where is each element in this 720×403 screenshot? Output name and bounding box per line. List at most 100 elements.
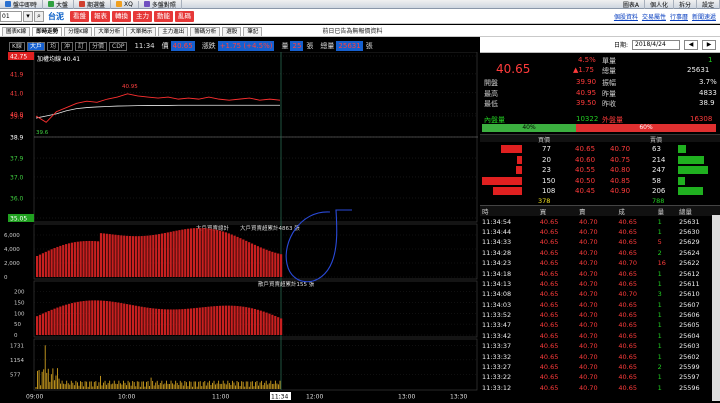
tab-8[interactable]: 筆記 — [243, 27, 263, 36]
tab-1[interactable]: 即時走勢 — [32, 27, 63, 36]
date-input[interactable]: 2018/4/24 — [632, 39, 680, 50]
link-trade-attr[interactable]: 交易屬性 — [642, 12, 666, 21]
menu-item-right-1[interactable]: 個人化 — [645, 0, 674, 9]
big-bar — [146, 235, 149, 277]
retail-bar — [163, 309, 167, 335]
retail-bar — [88, 300, 91, 335]
big-bar — [259, 247, 262, 277]
red-button-1[interactable]: 報表 — [91, 10, 110, 22]
trade-row[interactable]: 11:34:33 40.65 40.70 40.65 5 25629 — [480, 237, 720, 247]
ask-bar — [678, 155, 704, 164]
trade-scrollbar[interactable] — [712, 215, 720, 401]
ask-bar — [678, 176, 686, 185]
tab-4[interactable]: 大單揭示 — [126, 27, 157, 36]
book-row[interactable]: 108 40.45 40.90 206 — [480, 186, 720, 196]
tab-6[interactable]: 籌碼分析 — [190, 27, 221, 36]
trade-row[interactable]: 11:34:18 40.65 40.70 40.65 1 25612 — [480, 268, 720, 278]
ib-cdp[interactable]: CDP — [109, 41, 128, 51]
trade-row[interactable]: 11:33:52 40.65 40.70 40.65 1 25606 — [480, 310, 720, 320]
trade-row[interactable]: 11:33:47 40.65 40.70 40.65 1 25605 — [480, 320, 720, 330]
trade-row[interactable]: 11:34:03 40.65 40.70 40.65 1 25607 — [480, 300, 720, 310]
tab-2[interactable]: 分鐘K線 — [64, 27, 93, 36]
trade-cell: 40.65 — [539, 279, 559, 288]
trade-row[interactable]: 11:33:42 40.65 40.70 40.65 1 25604 — [480, 331, 720, 341]
menu-item-right-0[interactable]: 圖表A — [618, 0, 645, 9]
ask-price: 40.85 — [610, 176, 631, 185]
retail-bar — [271, 314, 274, 335]
retail-bar — [143, 307, 146, 335]
book-row[interactable]: 23 40.55 40.80 247 — [480, 165, 720, 175]
big-bar — [62, 244, 65, 277]
retail-bar — [187, 308, 190, 335]
p4-tick: 577 — [10, 372, 21, 378]
menu-item-xq[interactable]: XQ — [111, 0, 139, 8]
search-icon[interactable]: ⌕ — [34, 10, 44, 22]
trade-row[interactable]: 11:33:27 40.65 40.70 40.65 2 25599 — [480, 362, 720, 372]
ib-kline[interactable]: K線 — [9, 41, 25, 51]
menu-item-right-2[interactable]: 拆分 — [674, 0, 697, 9]
trade-cell: 40.65 — [539, 352, 559, 361]
trade-cell: 1 — [657, 321, 662, 330]
trade-cell: 11:34:54 — [482, 217, 512, 226]
trade-row[interactable]: 11:34:13 40.65 40.70 40.65 1 25611 — [480, 279, 720, 289]
trade-row[interactable]: 11:33:37 40.65 40.70 40.65 1 25603 — [480, 341, 720, 351]
trade-row[interactable]: 11:34:44 40.65 40.70 40.65 1 25630 — [480, 227, 720, 237]
prev-button[interactable]: ◀ — [684, 39, 698, 50]
link-calendar[interactable]: 行事曆 — [670, 12, 688, 21]
tab-7[interactable]: 選股 — [222, 27, 242, 36]
trade-row[interactable]: 11:34:54 40.65 40.70 40.65 1 25631 — [480, 216, 720, 226]
ib-ding[interactable]: 訂 — [74, 41, 87, 51]
menu-item-market[interactable]: 大盤 — [43, 0, 75, 9]
book-row[interactable]: 20 40.60 40.75 214 — [480, 155, 720, 165]
red-button-4[interactable]: 動能 — [154, 10, 173, 22]
intraday-chart[interactable]: 42.7541.941.040.039.938.937.937.036.035.… — [0, 51, 478, 401]
menu-item-right-3[interactable]: 設定 — [697, 0, 720, 9]
retail-bar — [102, 300, 106, 335]
tab-0[interactable]: 圖表K線 — [2, 27, 31, 36]
red-button-0[interactable]: 看盤 — [70, 10, 89, 22]
tab-5[interactable]: 主力進出 — [158, 27, 189, 36]
trade-cell: 11:34:18 — [482, 269, 512, 278]
big-bar — [70, 242, 74, 277]
big-bar — [94, 241, 97, 277]
retail-bar — [236, 306, 239, 335]
book-row[interactable]: 77 40.65 40.70 63 — [480, 144, 720, 154]
out-vol-value: 16308 — [690, 115, 713, 123]
red-button-2[interactable]: 轉換 — [112, 10, 131, 22]
next-button[interactable]: ▶ — [702, 39, 716, 50]
bid-price: 40.60 — [575, 155, 596, 164]
chart-panel[interactable]: 42.75 41.9 41.0 40.0 39.9 38.9 37.9 37.0 36.0 35.… — [0, 51, 478, 401]
menu-item-futures[interactable]: 期選盤 — [74, 0, 112, 9]
stock-code-input[interactable]: 01 — [0, 10, 22, 22]
tab-3[interactable]: 大單分析 — [94, 27, 125, 36]
trade-row[interactable]: 11:34:23 40.65 40.70 40.70 16 25622 — [480, 258, 720, 268]
link-stock-info[interactable]: 個股資料 — [614, 12, 638, 21]
menu-item-compare[interactable]: 多盤對照 — [139, 0, 182, 9]
ib-big[interactable]: 大戶 — [26, 41, 45, 51]
retail-bar — [149, 308, 152, 335]
trade-row[interactable]: 11:34:28 40.65 40.70 40.65 2 25624 — [480, 248, 720, 258]
menu-item-realtime[interactable]: 盤中即時 — [0, 0, 44, 9]
th-buy: 買 — [539, 208, 547, 217]
retail-bar — [137, 306, 140, 335]
info-vol-unit: 張 — [306, 42, 314, 50]
trade-list[interactable]: 時 買 賣 成 量 總量 11:34:54 40.65 40.70 40.65 1 256… — [480, 205, 720, 401]
big-bar — [210, 228, 213, 277]
trade-row[interactable]: 11:33:32 40.65 40.70 40.65 1 25602 — [480, 351, 720, 361]
book-row[interactable]: 150 40.50 40.85 58 — [480, 176, 720, 186]
xtick-label: 09:00 — [26, 394, 43, 401]
ib-fenjia[interactable]: 分價 — [89, 41, 108, 51]
red-button-3[interactable]: 主力 — [133, 10, 152, 22]
link-news[interactable]: 新聞速遞 — [692, 12, 716, 21]
ib-chong[interactable]: 沖 — [60, 41, 73, 51]
ib-avg[interactable]: 均 — [46, 41, 59, 51]
dropdown-button[interactable]: ▾ — [23, 10, 33, 22]
red-button-5[interactable]: 亂碼 — [175, 10, 194, 22]
book-header: 買價 賣價 — [480, 134, 720, 144]
trade-row[interactable]: 11:33:12 40.65 40.70 40.65 1 25596 — [480, 383, 720, 393]
trade-row[interactable]: 11:33:22 40.65 40.70 40.65 1 25597 — [480, 372, 720, 382]
retail-bar — [99, 300, 103, 335]
trade-cell: 40.70 — [579, 259, 598, 268]
trade-row[interactable]: 11:34:08 40.65 40.70 40.70 3 25610 — [480, 289, 720, 299]
big-bar — [216, 229, 219, 277]
